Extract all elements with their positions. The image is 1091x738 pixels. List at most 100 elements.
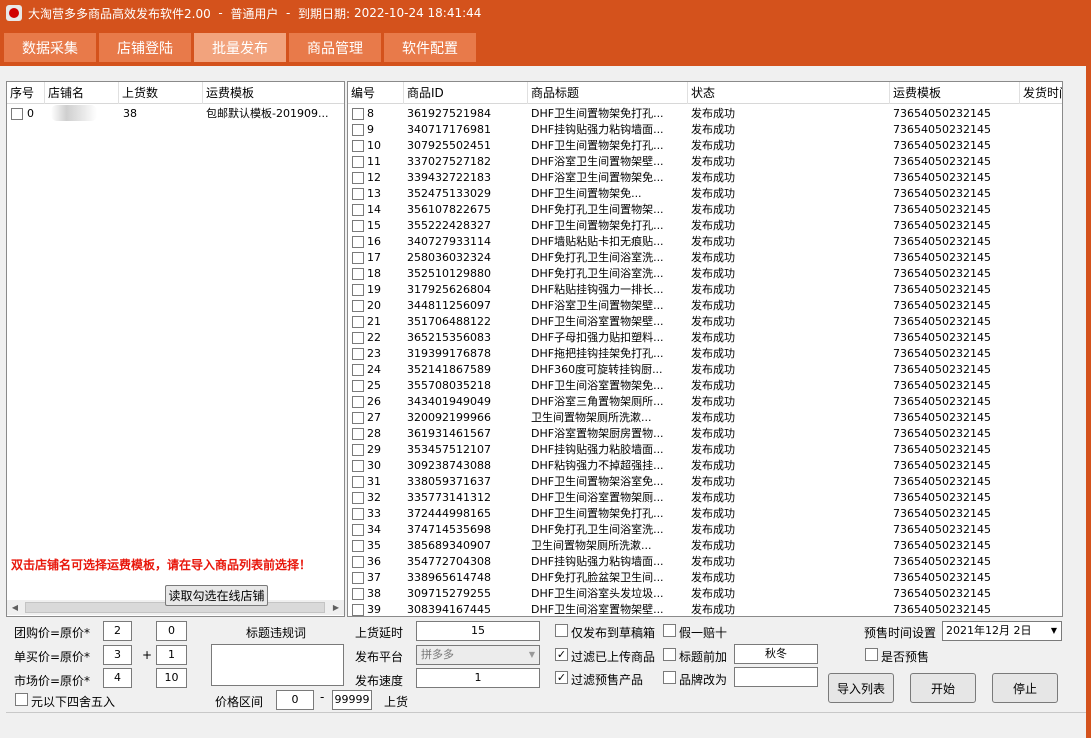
product-checkbox[interactable] (352, 268, 364, 280)
is-presale-checkbox[interactable] (865, 648, 878, 661)
product-row[interactable]: 24 352141867589 DHF360度可旋转挂钩厨... 发布成功 736540… (348, 362, 1062, 378)
column-header[interactable]: 上货数 (119, 82, 203, 104)
product-row[interactable]: 9 340717176981 DHF挂钩贴强力粘钩墙面... 发布成功 73654050… (348, 122, 1062, 138)
fake-compensation-checkbox[interactable] (663, 624, 676, 637)
product-checkbox[interactable] (352, 380, 364, 392)
product-checkbox[interactable] (352, 508, 364, 520)
product-row[interactable]: 16 340727933114 DHF墙贴粘贴卡扣无痕贴... 发布成功 7365405… (348, 234, 1062, 250)
product-checkbox[interactable] (352, 156, 364, 168)
tab-batch-publish[interactable]: 批量发布 (194, 33, 286, 62)
market-price-addend[interactable]: 10 (156, 668, 187, 688)
product-row[interactable]: 8 361927521984 DHF卫生间置物架免打孔... 发布成功 73654050… (348, 106, 1062, 122)
product-row[interactable]: 30 309238743088 DHF粘钩强力不掉超强挂... 发布成功 7365405… (348, 458, 1062, 474)
group-price-addend[interactable]: 0 (156, 621, 187, 641)
upload-delay-input[interactable]: 15 (416, 621, 540, 641)
title-rules-textarea[interactable] (211, 644, 344, 686)
column-header[interactable]: 状态 (688, 82, 890, 104)
product-checkbox[interactable] (352, 556, 364, 568)
title-prefix-input[interactable]: 秋冬 (734, 644, 818, 664)
column-header[interactable]: 发货时间 (1020, 82, 1062, 104)
filter-presale-checkbox[interactable]: ✓ (555, 671, 568, 684)
product-row[interactable]: 36 354772704308 DHF挂钩贴强力粘钩墙面... 发布成功 7365405… (348, 554, 1062, 570)
product-row[interactable]: 20 344811256097 DHF浴室卫生间置物架壁... 发布成功 7365405… (348, 298, 1062, 314)
stop-button[interactable]: 停止 (992, 673, 1058, 703)
product-checkbox[interactable] (352, 588, 364, 600)
draft-checkbox[interactable] (555, 624, 568, 637)
price-max-input[interactable]: 99999 (332, 690, 372, 710)
price-min-input[interactable]: 0 (276, 690, 314, 710)
product-checkbox[interactable] (352, 348, 364, 360)
product-checkbox[interactable] (352, 204, 364, 216)
product-checkbox[interactable] (352, 332, 364, 344)
product-row[interactable]: 25 355708035218 DHF卫生间浴室置物架免... 发布成功 7365405… (348, 378, 1062, 394)
filter-uploaded-checkbox[interactable]: ✓ (555, 648, 568, 661)
product-checkbox[interactable] (352, 460, 364, 472)
tab-shop-login[interactable]: 店铺登陆 (99, 33, 191, 62)
product-row[interactable]: 33 372444998165 DHF卫生间置物架免打孔... 发布成功 7365405… (348, 506, 1062, 522)
column-header[interactable]: 店铺名 (45, 82, 119, 104)
product-row[interactable]: 29 353457512107 DHF挂钩贴强力粘胶墙面... 发布成功 7365405… (348, 442, 1062, 458)
brand-input[interactable] (734, 667, 818, 687)
product-checkbox[interactable] (352, 316, 364, 328)
product-row[interactable]: 14 356107822675 DHF免打孔卫生间置物架... 发布成功 7365405… (348, 202, 1062, 218)
platform-select[interactable]: 拼多多 ▼ (416, 645, 540, 665)
product-checkbox[interactable] (352, 252, 364, 264)
product-checkbox[interactable] (352, 172, 364, 184)
product-row[interactable]: 27 320092199966 卫生间置物架厕所洗漱... 发布成功 736540502… (348, 410, 1062, 426)
product-row[interactable]: 34 374714535698 DHF免打孔卫生间浴室洗... 发布成功 7365405… (348, 522, 1062, 538)
column-header[interactable]: 运费模板 (890, 82, 1020, 104)
import-list-button[interactable]: 导入列表 (828, 673, 894, 703)
single-price-addend[interactable]: 1 (156, 645, 187, 665)
product-checkbox[interactable] (352, 524, 364, 536)
product-row[interactable]: 17 258036032324 DHF免打孔卫生间浴室洗... 发布成功 7365405… (348, 250, 1062, 266)
column-header[interactable]: 商品ID (404, 82, 528, 104)
product-checkbox[interactable] (352, 540, 364, 552)
product-row[interactable]: 32 335773141312 DHF卫生间浴室置物架厕... 发布成功 7365405… (348, 490, 1062, 506)
product-checkbox[interactable] (352, 236, 364, 248)
product-checkbox[interactable] (352, 300, 364, 312)
product-row[interactable]: 39 308394167445 DHF卫生间浴室置物架壁... 发布成功 7365405… (348, 602, 1062, 616)
product-row[interactable]: 35 385689340907 卫生间置物架厕所洗漱... 发布成功 736540502… (348, 538, 1062, 554)
tab-software-config[interactable]: 软件配置 (384, 33, 476, 62)
brand-checkbox[interactable] (663, 671, 676, 684)
scroll-right-icon[interactable]: ▶ (328, 600, 344, 615)
product-checkbox[interactable] (352, 572, 364, 584)
column-header[interactable]: 编号 (348, 82, 404, 104)
product-checkbox[interactable] (352, 220, 364, 232)
product-row[interactable]: 31 338059371637 DHF卫生间置物架浴室免... 发布成功 7365405… (348, 474, 1062, 490)
single-price-multiplier[interactable]: 3 (103, 645, 132, 665)
product-checkbox[interactable] (352, 188, 364, 200)
tab-data-collection[interactable]: 数据采集 (4, 33, 96, 62)
presale-date-picker[interactable]: 2021年12月 2日 ▼ (942, 621, 1062, 641)
product-checkbox[interactable] (352, 108, 364, 120)
tab-product-management[interactable]: 商品管理 (289, 33, 381, 62)
start-button[interactable]: 开始 (910, 673, 976, 703)
group-price-multiplier[interactable]: 2 (103, 621, 132, 641)
product-checkbox[interactable] (352, 492, 364, 504)
shop-checkbox[interactable] (11, 108, 23, 120)
product-row[interactable]: 12 339432722183 DHF浴室卫生间置物架免... 发布成功 7365405… (348, 170, 1062, 186)
speed-input[interactable]: 1 (416, 668, 540, 688)
column-header[interactable]: 商品标题 (528, 82, 688, 104)
product-row[interactable]: 22 365215356083 DHF子母扣强力贴扣塑料... 发布成功 7365405… (348, 330, 1062, 346)
round-checkbox[interactable] (15, 693, 28, 706)
product-checkbox[interactable] (352, 476, 364, 488)
product-checkbox[interactable] (352, 396, 364, 408)
column-header[interactable]: 运费模板 (203, 82, 344, 104)
read-online-shops-button[interactable]: 读取勾选在线店铺 (165, 585, 268, 606)
product-checkbox[interactable] (352, 124, 364, 136)
product-checkbox[interactable] (352, 140, 364, 152)
product-checkbox[interactable] (352, 364, 364, 376)
product-row[interactable]: 21 351706488122 DHF卫生间浴室置物架壁... 发布成功 7365405… (348, 314, 1062, 330)
product-checkbox[interactable] (352, 428, 364, 440)
title-prefix-checkbox[interactable] (663, 648, 676, 661)
product-row[interactable]: 10 307925502451 DHF卫生间置物架免打孔... 发布成功 7365405… (348, 138, 1062, 154)
product-checkbox[interactable] (352, 444, 364, 456)
product-row[interactable]: 38 309715279255 DHF卫生间浴室头发垃圾... 发布成功 7365405… (348, 586, 1062, 602)
column-header[interactable]: 序号 (7, 82, 45, 104)
product-row[interactable]: 37 338965614748 DHF免打孔脸盆架卫生间... 发布成功 7365405… (348, 570, 1062, 586)
chevron-down-icon[interactable]: ▼ (1051, 622, 1057, 640)
product-checkbox[interactable] (352, 412, 364, 424)
product-row[interactable]: 26 343401949049 DHF浴室三角置物架厕所... 发布成功 7365405… (348, 394, 1062, 410)
product-checkbox[interactable] (352, 604, 364, 616)
